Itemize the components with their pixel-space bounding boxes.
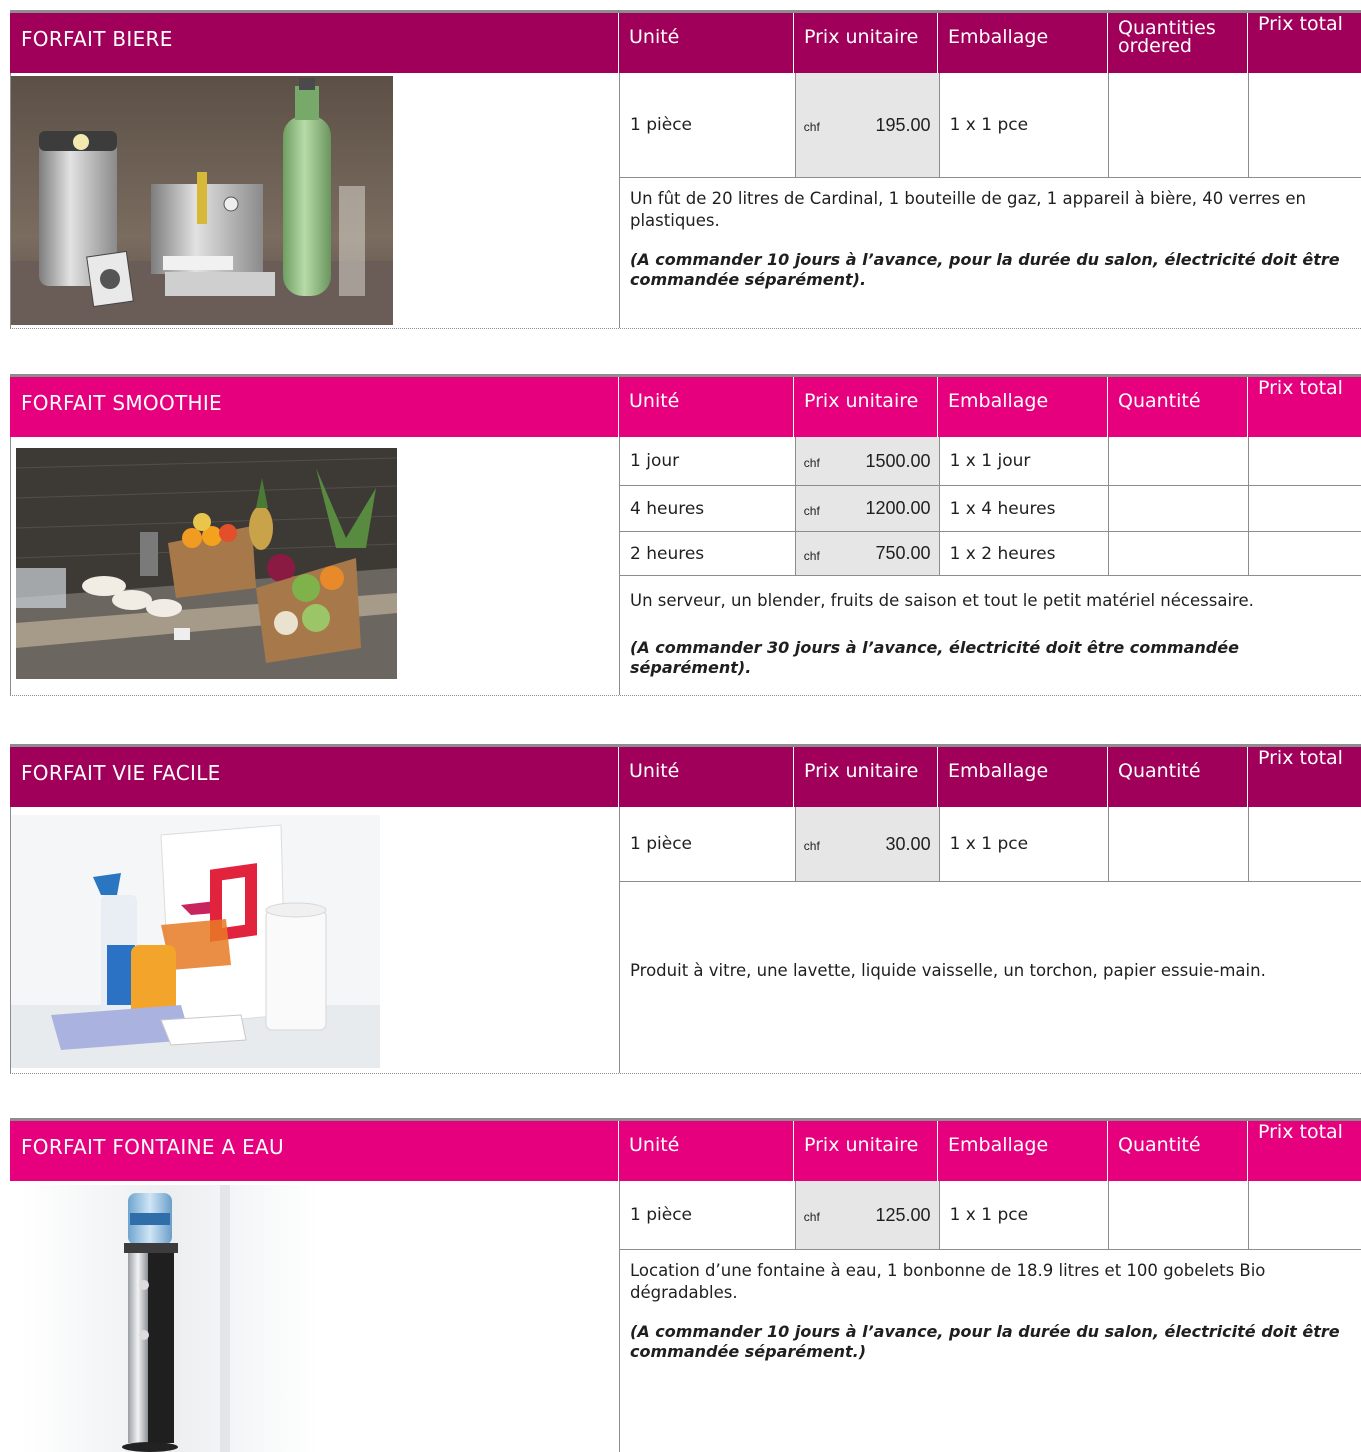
packaging-cell: 1 x 1 pce: [938, 1181, 1109, 1249]
unit-cell: 1 jour: [630, 451, 680, 471]
description-text: Produit à vitre, une lavette, liquide va…: [630, 961, 1266, 980]
cleaning-kit-photo: [11, 815, 380, 1068]
currency-label: chf: [803, 1210, 820, 1224]
col-price-header: Prix unitaire: [793, 13, 937, 73]
col-quantity-header: Quantité: [1107, 377, 1247, 437]
forfait-smoothie-section: FORFAIT SMOOTHIE Unité Prix unitaire Emb…: [10, 374, 1361, 696]
price-value: 750.00: [875, 543, 931, 563]
table-row: 1 pièce chf 195.00 1 x 1 pce: [620, 73, 1361, 178]
col-quantity-header: Quantité: [1107, 747, 1247, 807]
unit-cell: 1 pièce: [630, 1205, 692, 1225]
description-text: Un serveur, un blender, fruits de saison…: [630, 591, 1254, 610]
section-title: FORFAIT FONTAINE A EAU: [21, 1135, 284, 1159]
smoothie-bar-photo: [16, 448, 397, 679]
order-note: (A commander 10 jours à l’avance, pour l…: [630, 250, 1340, 289]
section-header: FORFAIT SMOOTHIE Unité Prix unitaire Emb…: [10, 374, 1361, 437]
price-value: 1500.00: [865, 450, 931, 471]
currency-label: chf: [803, 839, 820, 853]
total-cell: [1248, 807, 1361, 881]
section-title: FORFAIT VIE FACILE: [21, 761, 221, 785]
col-unit-header: Unité: [618, 1121, 793, 1181]
col-unit-header: Unité: [618, 377, 793, 437]
unit-cell: 2 heures: [630, 543, 705, 564]
unit-cell: 1 pièce: [630, 834, 692, 854]
price-cell: chf 1200.00: [794, 486, 939, 531]
packaging-cell: 1 x 1 jour: [938, 437, 1109, 485]
description: Location d’une fontaine à eau, 1 bonbonn…: [620, 1250, 1361, 1362]
col-packaging-header: Emballage: [937, 377, 1107, 437]
unit-cell: 4 heures: [630, 498, 705, 519]
description: Produit à vitre, une lavette, liquide va…: [620, 882, 1361, 982]
col-packaging-header: Emballage: [937, 1121, 1107, 1181]
price-value: 30.00: [885, 833, 931, 854]
currency-label: chf: [803, 456, 820, 470]
col-quantity-header: Quantities ordered: [1107, 13, 1247, 73]
price-cell: chf 30.00: [794, 807, 939, 881]
order-note: (A commander 30 jours à l’avance, électr…: [630, 638, 1239, 677]
description-text: Location d’une fontaine à eau, 1 bonbonn…: [630, 1261, 1266, 1302]
col-total-header: Prix total: [1247, 377, 1361, 437]
section-header: FORFAIT VIE FACILE Unité Prix unitaire E…: [10, 744, 1361, 807]
forfait-fontaine-section: FORFAIT FONTAINE A EAU Unité Prix unitai…: [10, 1118, 1361, 1452]
col-total-header: Prix total: [1247, 1121, 1361, 1181]
col-packaging-header: Emballage: [937, 13, 1107, 73]
quantity-input-cell[interactable]: [1108, 437, 1248, 485]
currency-label: chf: [803, 548, 820, 563]
col-price-header: Prix unitaire: [793, 747, 937, 807]
quantity-input-cell[interactable]: [1108, 73, 1248, 177]
total-cell: [1248, 1181, 1361, 1249]
col-unit-header: Unité: [618, 747, 793, 807]
col-unit-header: Unité: [618, 13, 793, 73]
quantity-input-cell[interactable]: [1108, 532, 1248, 575]
packaging-cell: 1 x 1 pce: [938, 807, 1109, 881]
currency-label: chf: [803, 120, 820, 134]
total-cell: [1248, 437, 1361, 485]
col-price-header: Prix unitaire: [793, 377, 937, 437]
forfait-vie-facile-section: FORFAIT VIE FACILE Unité Prix unitaire E…: [10, 744, 1361, 1074]
water-fountain-photo: [20, 1185, 320, 1452]
section-title: FORFAIT SMOOTHIE: [21, 391, 222, 415]
total-cell: [1248, 486, 1361, 531]
unit-cell: 1 pièce: [630, 115, 692, 135]
col-total-header: Prix total: [1247, 747, 1361, 807]
price-cell: chf 125.00: [794, 1181, 939, 1249]
currency-label: chf: [803, 503, 820, 518]
section-title: FORFAIT BIERE: [21, 27, 173, 51]
table-row: 2 heures chf 750.00 1 x 2 heures: [620, 532, 1361, 576]
table-row: 1 pièce chf 125.00 1 x 1 pce: [620, 1181, 1361, 1250]
col-packaging-header: Emballage: [937, 747, 1107, 807]
packaging-cell: 1 x 1 pce: [938, 73, 1109, 177]
price-value: 125.00: [875, 1204, 931, 1225]
packaging-cell: 1 x 4 heures: [938, 486, 1109, 531]
total-cell: [1248, 532, 1361, 575]
table-row: 1 pièce chf 30.00 1 x 1 pce: [620, 807, 1361, 882]
price-value: 195.00: [875, 114, 931, 135]
price-cell: chf 1500.00: [794, 437, 939, 485]
order-note: (A commander 10 jours à l’avance, pour l…: [630, 1322, 1340, 1361]
price-cell: chf 195.00: [794, 73, 939, 177]
beer-kit-photo: [11, 76, 393, 325]
col-price-header: Prix unitaire: [793, 1121, 937, 1181]
description-text: Un fût de 20 litres de Cardinal, 1 boute…: [630, 189, 1306, 230]
section-header: FORFAIT FONTAINE A EAU Unité Prix unitai…: [10, 1118, 1361, 1181]
description: Un fût de 20 litres de Cardinal, 1 boute…: [620, 178, 1361, 290]
forfait-biere-section: FORFAIT BIERE Unité Prix unitaire Emball…: [10, 10, 1361, 329]
total-cell: [1248, 73, 1361, 177]
section-header: FORFAIT BIERE Unité Prix unitaire Emball…: [10, 10, 1361, 73]
quantity-input-cell[interactable]: [1108, 807, 1248, 881]
price-value: 1200.00: [865, 498, 931, 518]
price-cell: chf 750.00: [794, 532, 939, 575]
table-row: 4 heures chf 1200.00 1 x 4 heures: [620, 486, 1361, 532]
packaging-cell: 1 x 2 heures: [938, 532, 1109, 575]
table-row: 1 jour chf 1500.00 1 x 1 jour: [620, 437, 1361, 486]
quantity-input-cell[interactable]: [1108, 1181, 1248, 1249]
description: Un serveur, un blender, fruits de saison…: [620, 576, 1361, 678]
quantity-input-cell[interactable]: [1108, 486, 1248, 531]
col-quantity-header: Quantité: [1107, 1121, 1247, 1181]
col-total-header: Prix total: [1247, 13, 1361, 73]
